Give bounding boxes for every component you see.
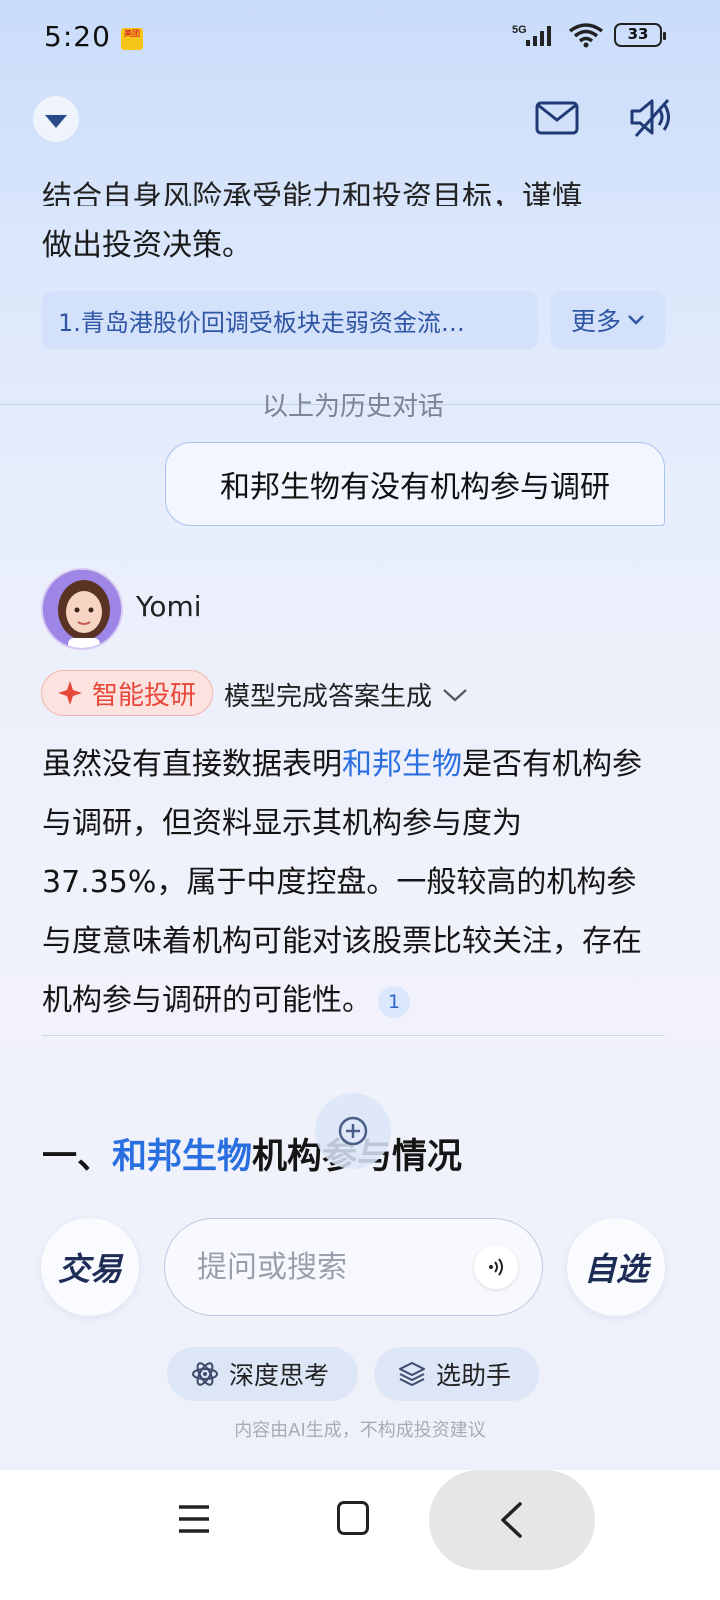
chevron-down-icon bbox=[628, 315, 644, 325]
answer-divider bbox=[42, 1035, 665, 1036]
section-title-prefix: 一、 bbox=[42, 1137, 113, 1177]
model-status-text: 模型完成答案生成 bbox=[224, 682, 433, 712]
speaker-muted-icon[interactable] bbox=[628, 96, 674, 138]
mail-icon[interactable] bbox=[535, 100, 579, 136]
answer-text-2: 是否有机构参与调研，但资料显示其机构参与度为37.35%，属于中度控盘。一般较高… bbox=[42, 747, 642, 1018]
user-message-bubble: 和邦生物有没有机构参与调研 bbox=[165, 442, 665, 526]
select-assistant-chip[interactable]: 选助手 bbox=[374, 1347, 539, 1401]
voice-wave-icon bbox=[489, 1258, 503, 1276]
more-label: 更多 bbox=[570, 307, 621, 336]
assistant-name: Yomi bbox=[136, 590, 202, 623]
svg-text:5G: 5G bbox=[512, 24, 527, 36]
watchlist-button[interactable]: 自选 bbox=[567, 1218, 665, 1316]
deep-think-label: 深度思考 bbox=[229, 1361, 330, 1390]
battery-indicator: 33 bbox=[614, 23, 666, 47]
more-references-button[interactable]: 更多 bbox=[551, 291, 665, 349]
assistant-avatar bbox=[41, 568, 123, 650]
model-status-toggle[interactable]: 模型完成答案生成 bbox=[224, 676, 468, 713]
avatar-portrait-icon bbox=[43, 570, 121, 648]
previous-answer-clipped-line: 结合自身风险承受能力和投资目标，谨慎 bbox=[42, 180, 582, 206]
section-title-stock[interactable]: 和邦生物 bbox=[112, 1137, 252, 1177]
new-chat-button[interactable] bbox=[315, 1093, 391, 1169]
atom-icon bbox=[192, 1362, 218, 1386]
add-circle-icon bbox=[338, 1116, 368, 1146]
voice-input-button[interactable] bbox=[474, 1245, 518, 1289]
meituan-app-icon: 美团 bbox=[121, 28, 143, 50]
sparkle-icon bbox=[58, 681, 82, 705]
signal-icon: 5G bbox=[512, 24, 551, 46]
back-arrow-icon[interactable] bbox=[496, 1501, 526, 1539]
history-label: 以上为历史对话 bbox=[262, 392, 445, 422]
answer-text-1: 虽然没有直接数据表明 bbox=[42, 747, 342, 782]
status-time: 5:20 bbox=[44, 20, 111, 53]
home-button[interactable] bbox=[337, 1501, 369, 1535]
badge-label: 智能投研 bbox=[92, 680, 197, 711]
layers-icon bbox=[399, 1362, 425, 1386]
menu-icon[interactable] bbox=[177, 1501, 211, 1537]
chevron-down-icon bbox=[443, 688, 467, 701]
stock-link[interactable]: 和邦生物 bbox=[342, 747, 462, 782]
assistant-answer: 虽然没有直接数据表明和邦生物是否有机构参与调研，但资料显示其机构参与度为37.3… bbox=[42, 735, 652, 1030]
triangle-down-icon bbox=[45, 114, 67, 128]
search-input[interactable] bbox=[197, 1249, 457, 1285]
collapse-button[interactable] bbox=[33, 96, 79, 142]
select-assistant-label: 选助手 bbox=[436, 1361, 512, 1390]
ai-disclaimer: 内容由AI生成，不构成投资建议 bbox=[234, 1420, 486, 1441]
citation-badge[interactable]: 1 bbox=[378, 985, 410, 1018]
status-indicators: 5G 33 bbox=[512, 22, 666, 48]
system-nav-bar bbox=[0, 1470, 720, 1600]
trade-button[interactable]: 交易 bbox=[41, 1218, 139, 1316]
deep-think-chip[interactable]: 深度思考 bbox=[167, 1347, 358, 1401]
wifi-icon bbox=[568, 23, 604, 48]
previous-answer-text: 做出投资决策。 bbox=[42, 228, 252, 263]
smart-research-badge[interactable]: 智能投研 bbox=[41, 670, 214, 716]
section-title: 一、和邦生物机构参与情况 bbox=[42, 1128, 462, 1179]
reference-link[interactable]: 1.青岛港股价回调受板块走弱资金流… bbox=[42, 291, 538, 349]
